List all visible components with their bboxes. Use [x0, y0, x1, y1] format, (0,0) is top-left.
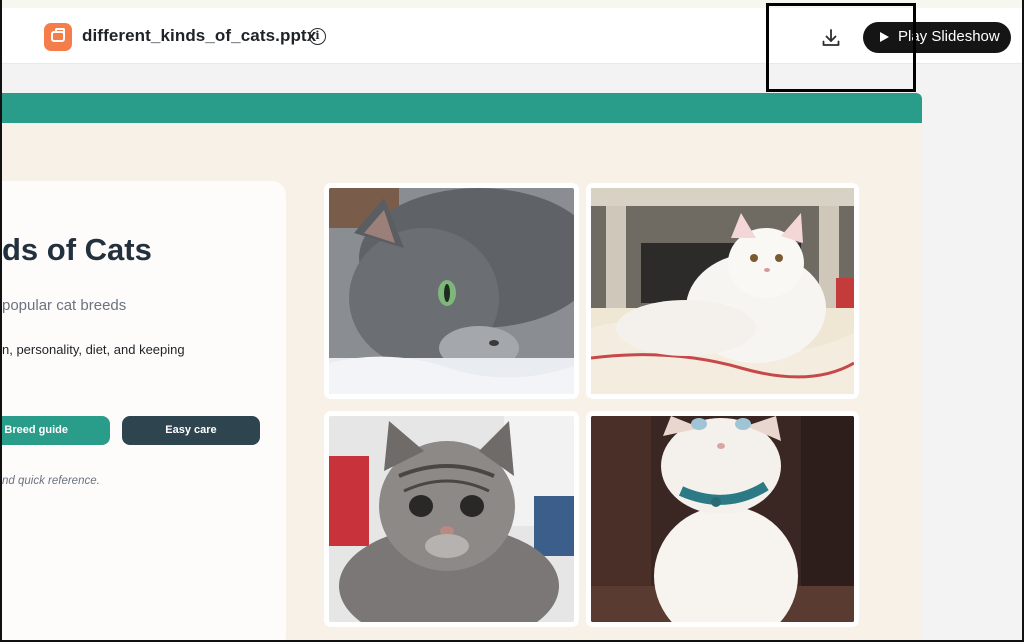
- tabby-kitten-photo-frame: [324, 411, 579, 627]
- top-strip: [2, 0, 1022, 8]
- slide-canvas: ds of Cats popular cat breeds n, persona…: [2, 93, 922, 640]
- play-slideshow-button[interactable]: Play Slideshow: [863, 22, 1011, 53]
- info-icon[interactable]: i: [309, 28, 326, 45]
- white-kitten-with-collar-photo: [591, 416, 854, 622]
- slide-description: n, personality, diet, and keeping: [2, 342, 185, 357]
- tabby-kitten-photo: [329, 416, 574, 622]
- slide-note: nd quick reference.: [2, 475, 100, 487]
- presentation-file-icon: [44, 23, 72, 51]
- viewer-header: different_kinds_of_cats.pptx i Play Slid…: [2, 8, 1022, 64]
- file-name: different_kinds_of_cats.pptx: [82, 26, 317, 45]
- play-icon: [880, 32, 889, 42]
- app-window: different_kinds_of_cats.pptx i Play Slid…: [0, 0, 1024, 642]
- white-persian-cat-photo: [591, 188, 854, 394]
- download-button[interactable]: [819, 26, 843, 50]
- slide-accent-bar: [2, 93, 922, 123]
- gray-cat-photo-frame: [324, 183, 579, 399]
- white-kitten-with-collar-photo-frame: [586, 411, 859, 627]
- slide-title: ds of Cats: [2, 232, 152, 267]
- breed-guide-button[interactable]: Breed guide: [2, 416, 110, 445]
- download-icon: [822, 29, 840, 46]
- play-slideshow-label: Play Slideshow: [898, 28, 1000, 45]
- white-persian-cat-photo-frame: [586, 183, 859, 399]
- slide-subtitle: popular cat breeds: [2, 297, 127, 314]
- easy-care-button[interactable]: Easy care: [122, 416, 260, 445]
- gray-cat-photo: [329, 188, 574, 394]
